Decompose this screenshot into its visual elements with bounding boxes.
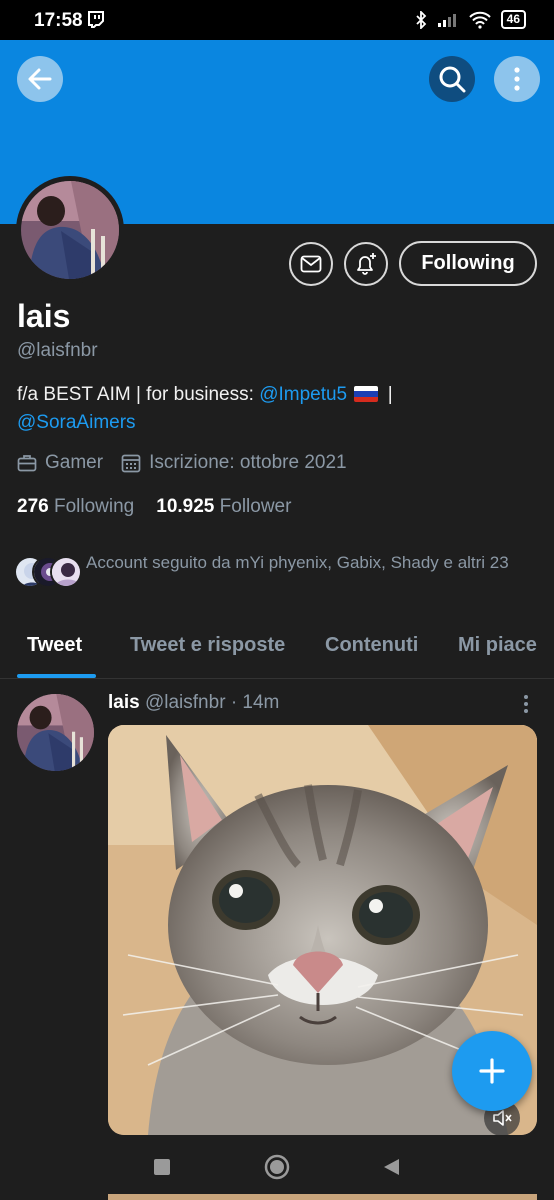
profile-handle: @laisfnbr [17,340,98,361]
bio-mention-impetu5[interactable]: @Impetu5 [259,384,347,405]
avatar-image [17,694,94,771]
tweet-more-icon[interactable] [516,694,536,714]
speaker-muted-icon [493,1110,512,1126]
profile-tabs: Tweet Tweet e risposte Contenuti Mi piac… [0,614,554,679]
profile-stats: 276 Following 10.925 Follower [17,496,313,518]
more-options-button[interactable] [494,56,540,102]
followed-by-text: Account seguito da mYi phyenix, Gabix, S… [86,553,509,572]
tab-mi-piace[interactable]: Mi piace [458,634,537,657]
notifications-button[interactable] [344,242,388,286]
twitch-icon [88,11,104,28]
back-arrow-icon [28,68,52,90]
mutual-avatar [50,556,82,588]
bio-text: f/a BEST AIM | for business: [17,384,260,405]
avatar-image [21,181,119,279]
followed-by[interactable]: Account seguito da mYi phyenix, Gabix, S… [14,550,536,590]
plus-icon [479,1058,505,1084]
mail-icon [300,255,322,273]
bio-mention-soraaimers[interactable]: @SoraAimers [17,412,136,433]
home-circle-icon[interactable] [264,1154,290,1180]
tab-tweet-e-risposte[interactable]: Tweet e risposte [130,634,285,657]
profile-avatar[interactable] [16,176,124,284]
bell-plus-icon [357,253,376,275]
wifi-icon [468,11,491,29]
status-icons: 46 [415,10,526,29]
next-media-preview [108,1194,537,1200]
tweet-author-handle: @laisfnbr [144,692,226,713]
calendar-icon [121,454,141,473]
mutual-avatars [14,550,84,590]
status-time: 17:58 [34,10,83,31]
following-label: Following [53,496,135,517]
profile-meta: Gamer Iscrizione: ottobre 2021 [17,452,365,474]
tweet-author-name[interactable]: lais [108,692,140,713]
active-tab-indicator [17,674,96,678]
briefcase-icon [17,455,37,472]
tab-contenuti[interactable]: Contenuti [325,634,418,657]
recent-apps-icon[interactable] [154,1159,170,1175]
russia-flag-icon [354,386,379,402]
battery-icon: 46 [500,10,526,29]
compose-tweet-button[interactable] [452,1031,532,1111]
search-button[interactable] [429,56,475,102]
profile-name: lais [17,298,71,334]
tweet-author-avatar[interactable] [17,694,94,771]
profile-bio: f/a BEST AIM | for business: @Impetu5 | @… [17,381,537,437]
profile-category: Gamer [45,452,104,473]
followers-count-link[interactable]: 10.925 Follower [156,496,291,518]
back-button[interactable] [17,56,63,102]
bio-separator: | [382,384,393,405]
profile-joined-date: Iscrizione: ottobre 2021 [149,452,347,473]
back-triangle-icon[interactable] [381,1157,401,1177]
message-button[interactable] [289,242,333,286]
tweet-time: · 14m [230,692,280,713]
following-count: 276 [17,496,49,517]
following-button[interactable]: Following [399,241,537,286]
following-count-link[interactable]: 276 Following [17,496,134,518]
search-icon [439,66,466,93]
followers-label: Follower [219,496,292,517]
signal-icon [437,13,456,27]
bluetooth-icon [416,10,426,29]
tab-tweet[interactable]: Tweet [27,634,82,657]
more-vertical-icon [514,67,520,91]
tweet-header: lais @laisfnbr · 14m [108,692,279,714]
followers-count: 10.925 [156,496,215,517]
